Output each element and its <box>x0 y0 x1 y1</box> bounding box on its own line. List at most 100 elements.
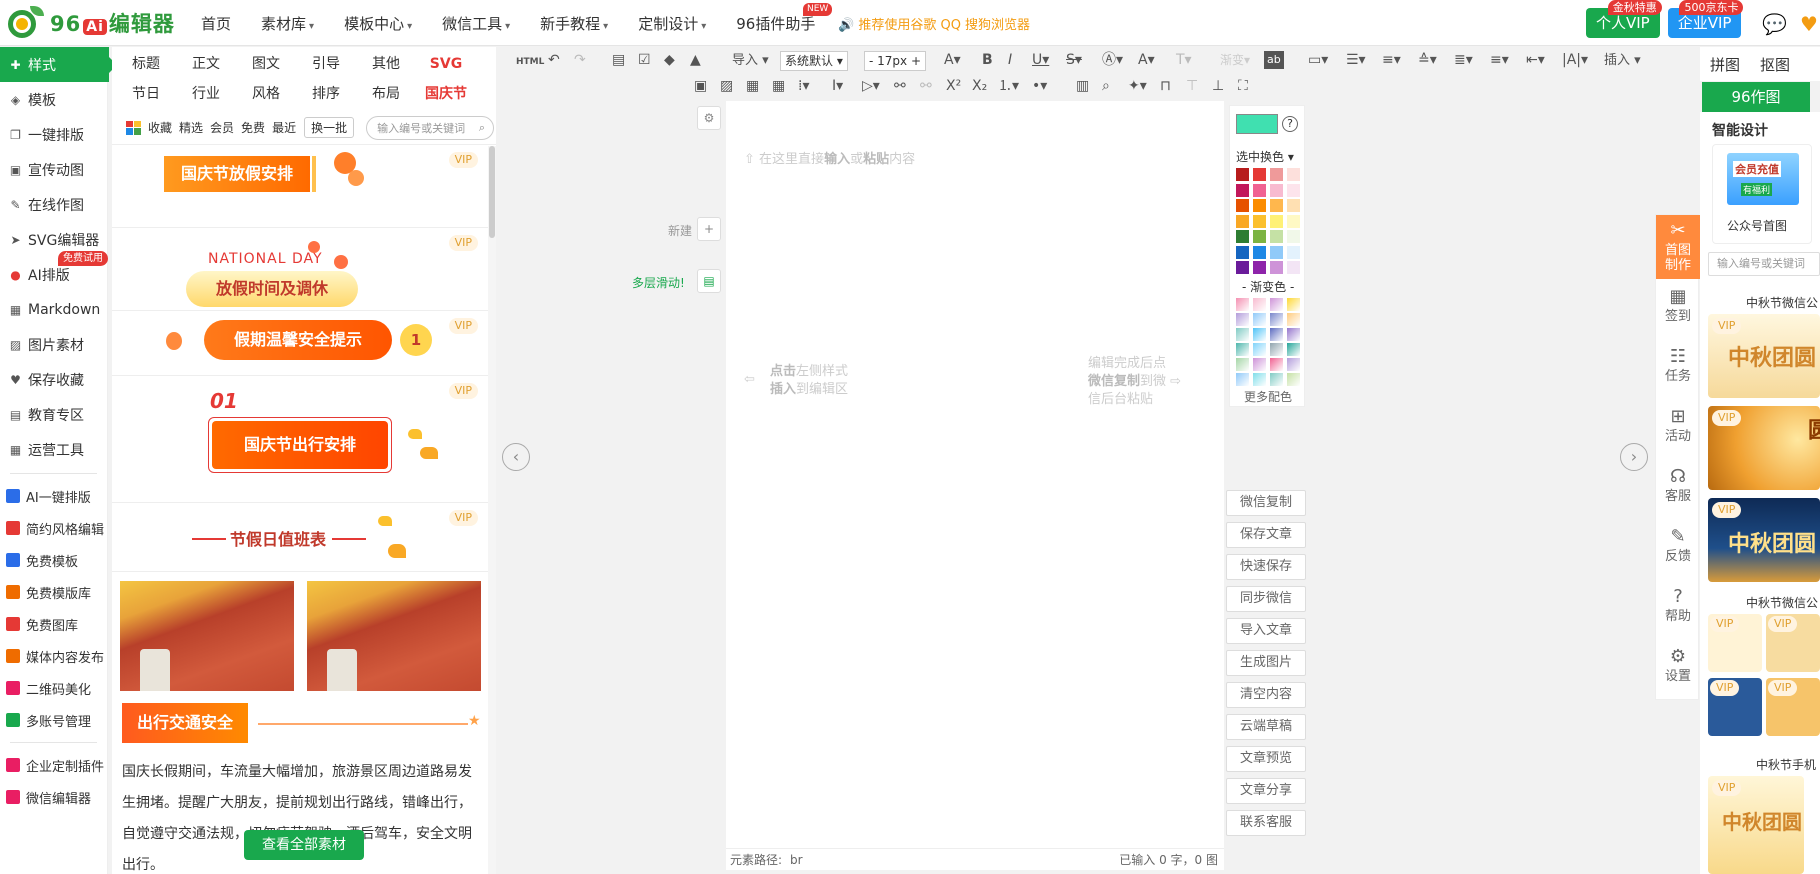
text-shadow-icon[interactable]: T▾ <box>1176 51 1192 69</box>
color-swatch[interactable] <box>1253 168 1266 181</box>
color-swatch[interactable] <box>1253 245 1266 259</box>
line-height-icon[interactable]: ≙▾ <box>1418 51 1437 69</box>
action-button-6[interactable]: 清空内容 <box>1226 682 1306 708</box>
right-menu-item-0[interactable]: ✂ 首图制作 <box>1656 215 1700 279</box>
paste-icon[interactable]: ▥ <box>1076 77 1089 95</box>
frame-icon[interactable]: ▭▾ <box>1308 51 1328 69</box>
link-icon[interactable]: ⚯ <box>894 77 906 95</box>
font-color-icon[interactable]: A▾ <box>1138 51 1155 69</box>
template-thumb[interactable]: VIP 中秋团圆 <box>1708 406 1820 490</box>
action-button-8[interactable]: 文章预览 <box>1226 746 1306 772</box>
category-tab-1-5[interactable]: 国庆节 <box>416 79 476 109</box>
gradient-swatch[interactable] <box>1287 298 1300 311</box>
color-swatch[interactable] <box>1270 168 1283 181</box>
enterprise-vip-button[interactable]: 企业VIP 500京东卡 <box>1667 0 1744 38</box>
action-button-3[interactable]: 同步微信 <box>1226 586 1306 612</box>
gradient-swatch[interactable] <box>1253 373 1266 386</box>
action-button-0[interactable]: 微信复制 <box>1226 490 1306 516</box>
font-size-icon[interactable]: A▾ <box>944 51 961 69</box>
text-cursor-icon[interactable]: I▾ <box>832 77 843 95</box>
template-thumb[interactable]: VIP <box>1766 614 1820 672</box>
nav-item-0[interactable]: 首页 <box>186 13 246 34</box>
editor-canvas[interactable]: ⇧ 在这里直接输入或粘贴内容 ⇦ 点击左侧样式 插入到编辑区 编辑完成后点 微信… <box>726 101 1224 870</box>
color-swatch[interactable] <box>1287 230 1300 243</box>
color-swatch[interactable] <box>1236 261 1249 274</box>
color-swatch[interactable] <box>1236 199 1249 212</box>
color-swatch[interactable] <box>1236 245 1249 259</box>
gradient-swatch[interactable] <box>1253 313 1266 326</box>
gradient-swatch[interactable] <box>1270 313 1283 326</box>
tools-item-0[interactable]: AI一键排版 <box>0 480 107 512</box>
gradient-swatch[interactable] <box>1270 343 1283 356</box>
category-tab-0-0[interactable]: 标题 <box>116 49 176 79</box>
sidebar-item-4[interactable]: ✎ 在线作图 <box>0 187 107 222</box>
color-swatch[interactable] <box>1287 168 1300 181</box>
color-swatch[interactable] <box>1253 214 1266 228</box>
swap-batch-button[interactable]: 换一批 <box>304 117 355 138</box>
background-image-icon[interactable]: ▦ <box>746 77 759 95</box>
unordered-list-icon[interactable]: •▾ <box>1032 77 1047 95</box>
html-icon[interactable]: HTML <box>516 53 544 71</box>
magic-icon[interactable]: ✦▾ <box>1128 77 1147 95</box>
italic-icon[interactable]: I <box>1008 51 1012 69</box>
file-icon[interactable]: ▤ <box>612 51 625 69</box>
right-menu-item-7[interactable]: ⚙ 设置 <box>1656 641 1700 697</box>
action-button-10[interactable]: 联系客服 <box>1226 810 1306 836</box>
color-swatch[interactable] <box>1287 214 1300 228</box>
gradient-swatch[interactable] <box>1236 358 1249 371</box>
gradient-swatch[interactable] <box>1236 298 1249 311</box>
check-icon[interactable]: ☑ <box>638 51 651 69</box>
template-thumb[interactable]: VIP <box>1708 614 1762 672</box>
align-justify-icon[interactable]: ☰▾ <box>1346 51 1366 69</box>
help-icon[interactable]: ? <box>1282 116 1298 132</box>
gradient-swatch[interactable] <box>1236 328 1249 341</box>
color-swatch[interactable] <box>1236 168 1249 181</box>
gradient-swatch[interactable] <box>1253 298 1266 311</box>
color-swatch[interactable] <box>1253 261 1266 274</box>
template-thumb[interactable]: VIP 中秋团圆 <box>1708 498 1820 582</box>
tools-item-3[interactable]: 免费模版库 <box>0 576 107 608</box>
gradient-swatch[interactable] <box>1270 298 1283 311</box>
strikethrough-icon[interactable]: S▾ <box>1066 51 1082 69</box>
color-swatch[interactable] <box>1270 183 1283 197</box>
settings-gear-icon[interactable]: ⚙ <box>697 106 721 130</box>
play-icon[interactable]: ▷▾ <box>862 77 880 95</box>
sidebar-item-1[interactable]: ◈ 模板 <box>0 82 107 117</box>
gradient-swatch[interactable] <box>1253 343 1266 356</box>
insert-dropdown[interactable]: 插入 ▾ <box>1604 52 1641 70</box>
style-item-duty[interactable]: 节假日值班表 VIP <box>112 504 488 572</box>
style-item-safety-tips[interactable]: 假期温馨安全提示 1 VIP <box>112 312 488 376</box>
tools-item-1[interactable]: 简约风格编辑 <box>0 512 107 544</box>
color-grid-icon[interactable] <box>126 120 141 135</box>
right-menu-item-2[interactable]: ☷ 任务 <box>1656 341 1700 397</box>
gradient-swatch[interactable] <box>1287 373 1300 386</box>
image-gallery-icon[interactable]: ▨ <box>720 77 733 95</box>
color-swatch[interactable] <box>1270 214 1283 228</box>
gradient-swatch[interactable] <box>1287 328 1300 341</box>
message-icon[interactable]: 💬 <box>1762 12 1787 36</box>
template-thumb[interactable]: VIP <box>1708 678 1762 736</box>
action-button-1[interactable]: 保存文章 <box>1226 522 1306 548</box>
action-button-4[interactable]: 导入文章 <box>1226 618 1306 644</box>
style-item-holiday-time[interactable]: NATIONAL DAY 放假时间及调休 VIP <box>112 229 488 311</box>
gradient-swatch[interactable] <box>1236 313 1249 326</box>
superscript-icon[interactable]: X² <box>946 77 961 95</box>
color-swatch[interactable] <box>1270 199 1283 212</box>
filter-3[interactable]: 免费 <box>241 119 265 136</box>
category-tab-1-0[interactable]: 节日 <box>116 79 176 109</box>
right-search-input[interactable]: 输入编号或关键词 <box>1708 252 1820 276</box>
gradient-swatch[interactable] <box>1253 328 1266 341</box>
category-tab-0-5[interactable]: SVG <box>416 49 476 79</box>
collapse-right-arrow-icon[interactable]: › <box>1620 443 1648 471</box>
font-family-select[interactable]: 系统默认 ▾ <box>780 51 848 71</box>
underline-icon[interactable]: U▾ <box>1032 51 1049 69</box>
logo[interactable]: 96 Ai 编辑器 <box>6 6 175 40</box>
sidebar-item-10[interactable]: ▤ 教育专区 <box>0 397 107 432</box>
table-icon[interactable]: ▦ <box>772 77 785 95</box>
color-swatch[interactable] <box>1236 214 1249 228</box>
color-swatch[interactable] <box>1236 230 1249 243</box>
pick-color-dropdown[interactable]: 选中换色 ▾ <box>1236 148 1294 165</box>
ordered-list-icon[interactable]: ⒈▾ <box>998 77 1019 95</box>
gradient-swatch[interactable] <box>1236 373 1249 386</box>
template-thumb[interactable]: VIP 中秋团圆 <box>1708 314 1820 398</box>
